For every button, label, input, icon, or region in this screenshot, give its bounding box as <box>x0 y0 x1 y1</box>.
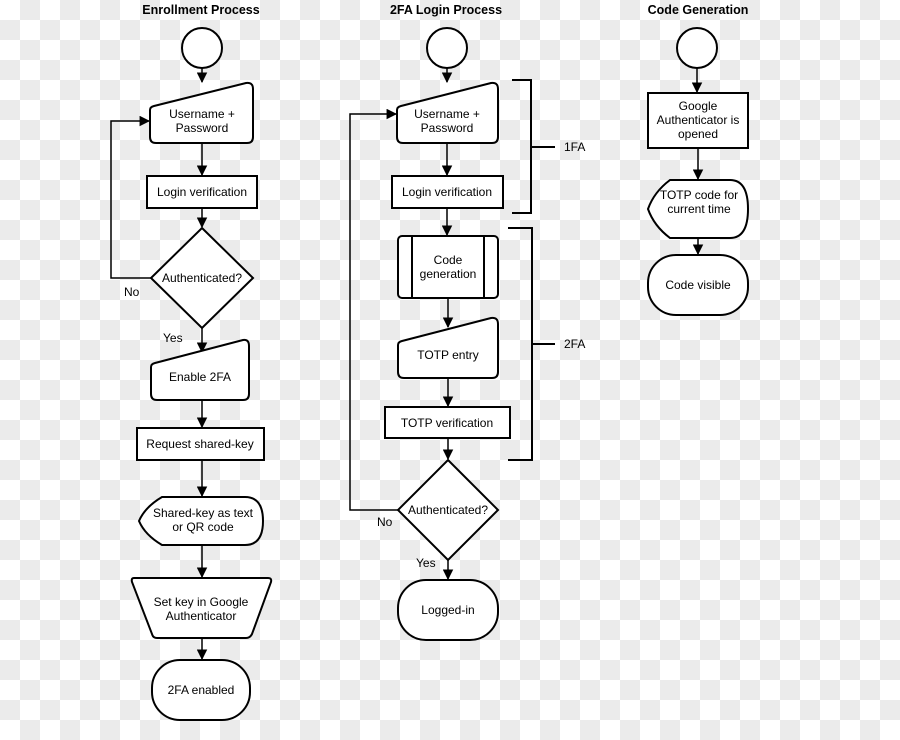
svg-text:or QR code: or QR code <box>172 520 234 534</box>
svg-text:Code: Code <box>434 253 463 267</box>
2fa-label: 2FA <box>564 337 585 351</box>
svg-text:Google: Google <box>679 99 718 113</box>
2fa-enabled-end-node: 2FA enabled <box>151 659 251 721</box>
yes-label: Yes <box>416 556 436 570</box>
totp-code-display-node: TOTP code for current time <box>646 179 750 239</box>
svg-text:Code visible: Code visible <box>665 278 731 292</box>
code-visible-end-node: Code visible <box>647 254 749 316</box>
no-label: No <box>124 285 140 299</box>
svg-text:Set key in Google: Set key in Google <box>154 595 249 609</box>
start-node <box>426 27 468 69</box>
svg-text:Username +: Username + <box>414 107 480 121</box>
svg-text:Password: Password <box>176 121 229 135</box>
svg-text:Enable 2FA: Enable 2FA <box>169 370 231 384</box>
column-title: 2FA Login Process <box>390 3 502 17</box>
start-node <box>676 27 718 69</box>
svg-text:TOTP verification: TOTP verification <box>401 416 493 430</box>
svg-text:Authenticated?: Authenticated? <box>408 503 488 517</box>
svg-text:Shared-key as text: Shared-key as text <box>153 506 254 520</box>
svg-text:current time: current time <box>667 202 731 216</box>
shared-key-display-node: Shared-key as text or QR code <box>137 496 265 546</box>
svg-text:Logged-in: Logged-in <box>421 603 474 617</box>
svg-text:generation: generation <box>420 267 477 281</box>
svg-text:TOTP code for: TOTP code for <box>660 188 738 202</box>
set-key-node: Set key in Google Authenticator <box>130 577 273 639</box>
svg-text:Login verification: Login verification <box>402 185 492 199</box>
request-shared-key-node: Request shared-key <box>136 427 265 461</box>
svg-text:Username +: Username + <box>169 107 235 121</box>
authenticator-opened-node: Google Authenticator is opened <box>647 92 749 149</box>
no-label: No <box>377 515 393 529</box>
svg-text:Login verification: Login verification <box>157 185 247 199</box>
column-title: Enrollment Process <box>142 3 259 17</box>
login-verification-node: Login verification <box>391 175 504 209</box>
login-verification-node: Login verification <box>146 175 258 209</box>
totp-verification-node: TOTP verification <box>384 406 511 439</box>
code-generation-node: Code generation <box>397 235 499 299</box>
svg-text:opened: opened <box>678 127 718 141</box>
flowchart-canvas: Enrollment Process Username + Password L… <box>0 0 900 740</box>
1fa-label: 1FA <box>564 140 585 154</box>
svg-text:Request shared-key: Request shared-key <box>146 437 253 451</box>
svg-text:2FA enabled: 2FA enabled <box>168 683 235 697</box>
start-node <box>181 27 223 69</box>
svg-text:TOTP entry: TOTP entry <box>417 348 479 362</box>
column-title: Code Generation <box>648 3 749 17</box>
svg-text:Authenticator: Authenticator <box>166 609 237 623</box>
logged-in-end-node: Logged-in <box>397 579 499 641</box>
svg-text:Authenticated?: Authenticated? <box>162 271 242 285</box>
yes-label: Yes <box>163 331 183 345</box>
svg-text:Authenticator is: Authenticator is <box>657 113 740 127</box>
svg-text:Password: Password <box>421 121 474 135</box>
